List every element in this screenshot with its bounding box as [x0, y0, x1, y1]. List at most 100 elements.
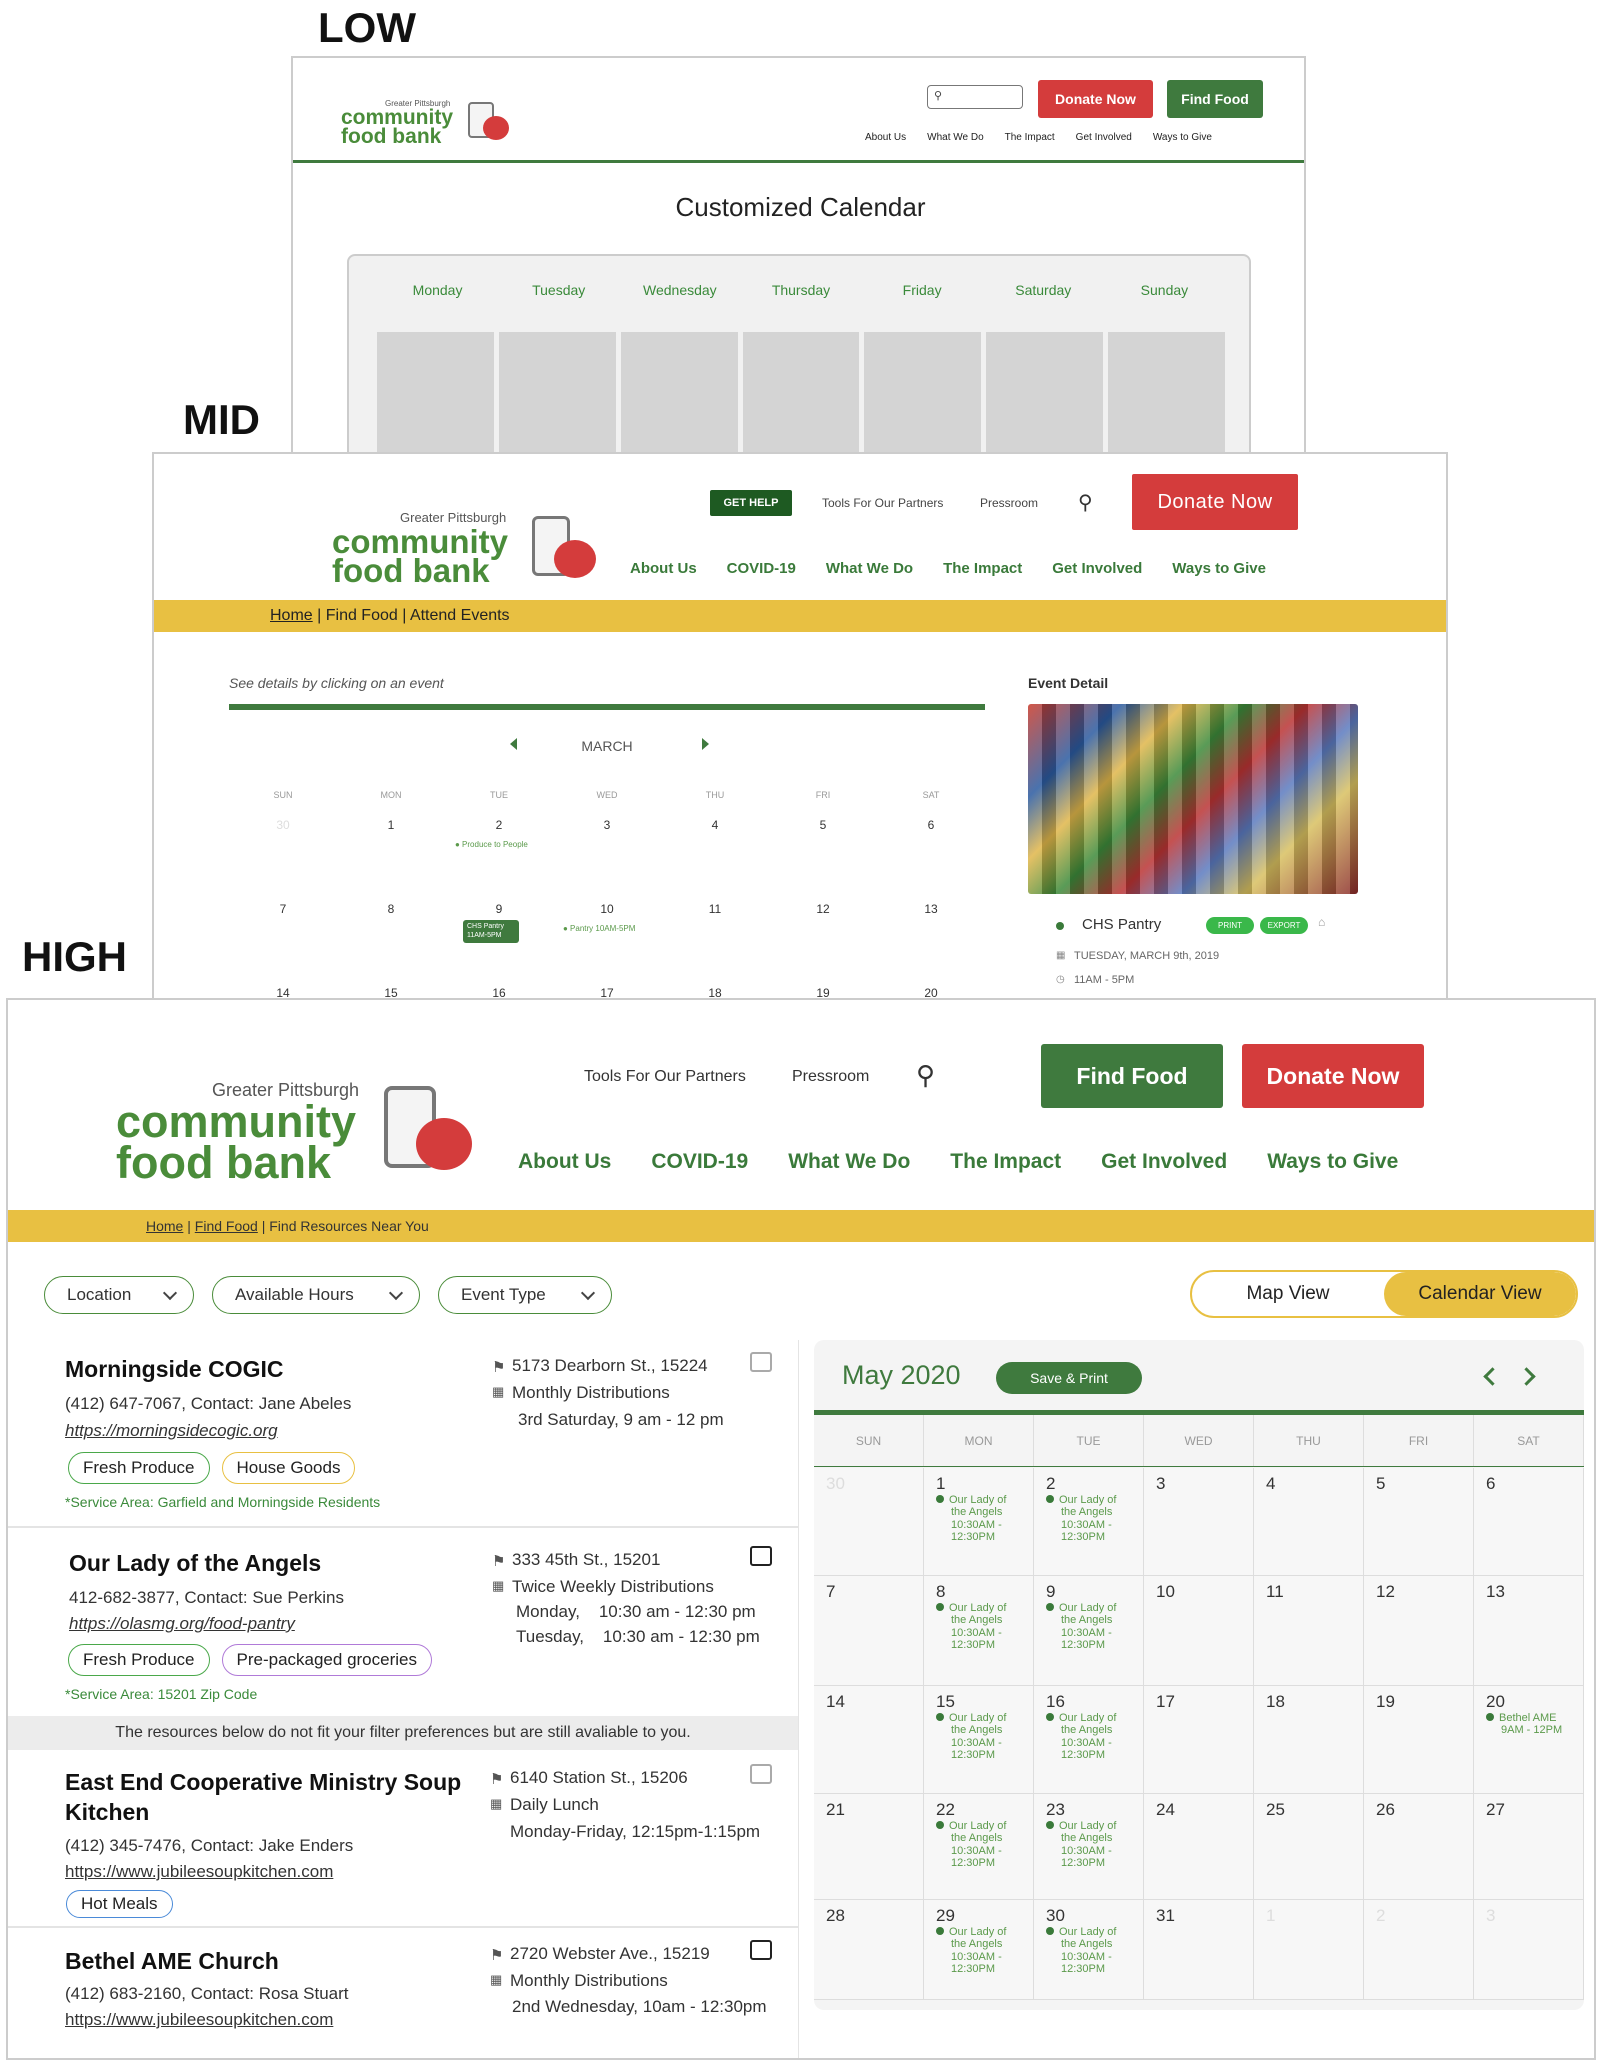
calendar-day[interactable]: 22 Our Lady of the Angels 10:30AM -12:30PM [924, 1794, 1034, 1900]
calendar-day[interactable]: 7 [814, 1576, 924, 1686]
calendar-day[interactable]: 30 Our Lady of the Angels 10:30AM -12:30PM [1034, 1900, 1144, 2000]
calendar-day[interactable]: 1 Our Lady of the Angels 10:30AM -12:30PM [924, 1468, 1034, 1576]
resource-card[interactable]: Morningside COGIC (412) 647-7067, Contac… [8, 1340, 798, 1528]
calendar-event[interactable]: ● Pantry 10AM-5PM [563, 924, 635, 933]
low-logo[interactable]: Greater Pittsburgh community food bank [341, 99, 453, 147]
card-url[interactable]: https://www.jubileesoupkitchen.com [65, 2010, 333, 2030]
calendar-event[interactable]: Our Lady of the Angels 10:30AM -12:30PM [1046, 1712, 1140, 1761]
calendar-day[interactable]: 14 [814, 1686, 924, 1794]
calendar-day[interactable]: 4 [1254, 1468, 1364, 1576]
high-nav-what[interactable]: What We Do [788, 1150, 910, 1174]
calendar-day[interactable]: 27 [1474, 1794, 1584, 1900]
calendar-day[interactable]: 31 [1144, 1900, 1254, 2000]
calendar-view-button[interactable]: Calendar View [1384, 1272, 1576, 1316]
calendar-day[interactable]: 8 Our Lady of the Angels 10:30AM -12:30PM [924, 1576, 1034, 1686]
high-nav-about[interactable]: About Us [518, 1150, 611, 1174]
mid-nav-give[interactable]: Ways to Give [1172, 560, 1266, 577]
high-nav-covid[interactable]: COVID-19 [651, 1150, 748, 1174]
card-title[interactable]: Bethel AME Church [65, 1948, 279, 1975]
mid-export-button[interactable]: EXPORT [1260, 917, 1308, 934]
hours-filter[interactable]: Available Hours [212, 1276, 420, 1314]
mid-get-help-button[interactable]: GET HELP [710, 490, 792, 516]
calendar-event[interactable]: Our Lady of the Angels 10:30AM -12:30PM [936, 1820, 1030, 1869]
calendar-day[interactable]: 10 [553, 902, 661, 982]
high-nav-give[interactable]: Ways to Give [1267, 1150, 1398, 1174]
calendar-day[interactable]: 30 [229, 818, 337, 898]
mid-utility-pressroom[interactable]: Pressroom [980, 496, 1038, 510]
calendar-day[interactable]: 11 [1254, 1576, 1364, 1686]
calendar-day[interactable]: 2 [1364, 1900, 1474, 2000]
resource-card[interactable]: Our Lady of the Angels 412-682-3877, Con… [8, 1530, 798, 1726]
mid-nav-about[interactable]: About Us [630, 560, 697, 577]
calendar-day[interactable]: 21 [814, 1794, 924, 1900]
add-to-calendar-icon[interactable] [750, 1546, 772, 1566]
calendar-event[interactable]: Our Lady of the Angels 10:30AM -12:30PM [936, 1494, 1030, 1543]
mid-utility-partners[interactable]: Tools For Our Partners [822, 496, 943, 510]
card-title[interactable]: Our Lady of the Angels [69, 1550, 321, 1577]
calendar-day[interactable]: 12 [769, 902, 877, 982]
calendar-day[interactable]: 3 [1144, 1468, 1254, 1576]
tag-fresh-produce[interactable]: Fresh Produce [68, 1452, 210, 1484]
high-donate-button[interactable]: Donate Now [1242, 1044, 1424, 1108]
bell-icon[interactable]: ⌂ [1318, 915, 1325, 929]
calendar-day[interactable]: 16 Our Lady of the Angels 10:30AM -12:30PM [1034, 1686, 1144, 1794]
low-find-food-button[interactable]: Find Food [1167, 80, 1263, 118]
low-day-cell[interactable] [986, 332, 1104, 456]
add-to-calendar-icon[interactable] [750, 1352, 772, 1372]
card-title[interactable]: East End Cooperative Ministry Soup Kitch… [65, 1768, 465, 1828]
calendar-event[interactable]: Our Lady of the Angels 10:30AM -12:30PM [1046, 1820, 1140, 1869]
low-day-cell[interactable] [620, 332, 738, 456]
calendar-day[interactable]: 3 [553, 818, 661, 898]
location-filter[interactable]: Location [44, 1276, 194, 1314]
calendar-day[interactable]: 17 [1144, 1686, 1254, 1794]
mid-event-card[interactable]: CHS Pantry PRINT EXPORT ⌂ ▦ TUESDAY, MAR… [1028, 900, 1358, 1000]
add-to-calendar-icon[interactable] [750, 1764, 772, 1784]
calendar-day[interactable]: 8 [337, 902, 445, 982]
calendar-event[interactable]: Our Lady of the Angels 10:30AM -12:30PM [936, 1602, 1030, 1651]
low-day-cell[interactable] [742, 332, 860, 456]
low-search-input[interactable]: ⚲ [927, 85, 1023, 109]
calendar-event[interactable]: Our Lady of the Angels 10:30AM -12:30PM [1046, 1494, 1140, 1543]
tag-house-goods[interactable]: House Goods [221, 1452, 356, 1484]
calendar-day[interactable]: 26 [1364, 1794, 1474, 1900]
high-find-food-button[interactable]: Find Food [1041, 1044, 1223, 1108]
calendar-day[interactable]: 11 [661, 902, 769, 982]
mid-nav-involved[interactable]: Get Involved [1052, 560, 1142, 577]
next-month-icon[interactable] [1517, 1367, 1536, 1386]
low-day-cell[interactable] [1108, 332, 1226, 456]
low-donate-button[interactable]: Donate Now [1038, 80, 1153, 118]
low-day-cell[interactable] [377, 332, 494, 456]
low-nav-involved[interactable]: Get Involved [1076, 132, 1132, 143]
calendar-day[interactable]: 25 [1254, 1794, 1364, 1900]
calendar-event[interactable]: Bethel AME 9AM - 12PM [1486, 1712, 1580, 1737]
calendar-day[interactable]: 20 Bethel AME 9AM - 12PM [1474, 1686, 1584, 1794]
card-url[interactable]: https://olasmg.org/food-pantry [69, 1614, 295, 1634]
save-print-button[interactable]: Save & Print [996, 1362, 1142, 1394]
card-url[interactable]: https://morningsidecogic.org [65, 1421, 278, 1441]
card-url[interactable]: https://www.jubileesoupkitchen.com [65, 1862, 333, 1882]
high-utility-pressroom[interactable]: Pressroom [792, 1068, 869, 1086]
mid-logo[interactable]: Greater Pittsburgh community food bank [332, 511, 508, 587]
calendar-day[interactable]: 1 [1254, 1900, 1364, 2000]
resource-card[interactable]: East End Cooperative Ministry Soup Kitch… [8, 1752, 798, 1928]
calendar-day[interactable]: 7 [229, 902, 337, 982]
calendar-day[interactable]: 29 Our Lady of the Angels 10:30AM -12:30PM [924, 1900, 1034, 2000]
low-day-cell[interactable] [864, 332, 982, 456]
add-to-calendar-icon[interactable] [750, 1940, 772, 1960]
calendar-day[interactable]: 5 [769, 818, 877, 898]
calendar-day[interactable]: 12 [1364, 1576, 1474, 1686]
calendar-day[interactable]: 13 [877, 902, 985, 982]
mid-nav-what[interactable]: What We Do [826, 560, 913, 577]
calendar-day[interactable]: 10 [1144, 1576, 1254, 1686]
search-icon[interactable]: ⚲ [916, 1060, 935, 1091]
mid-print-button[interactable]: PRINT [1206, 917, 1254, 934]
prev-month-icon[interactable] [1483, 1367, 1502, 1386]
tag-hot-meals[interactable]: Hot Meals [66, 1890, 173, 1918]
high-nav-involved[interactable]: Get Involved [1101, 1150, 1227, 1174]
calendar-day[interactable]: 2 Our Lady of the Angels 10:30AM -12:30PM [1034, 1468, 1144, 1576]
low-nav-impact[interactable]: The Impact [1005, 132, 1055, 143]
calendar-day[interactable]: 5 [1364, 1468, 1474, 1576]
calendar-event[interactable]: Our Lady of the Angels 10:30AM -12:30PM [936, 1712, 1030, 1761]
low-nav-what[interactable]: What We Do [927, 132, 984, 143]
low-day-cell[interactable] [498, 332, 616, 456]
